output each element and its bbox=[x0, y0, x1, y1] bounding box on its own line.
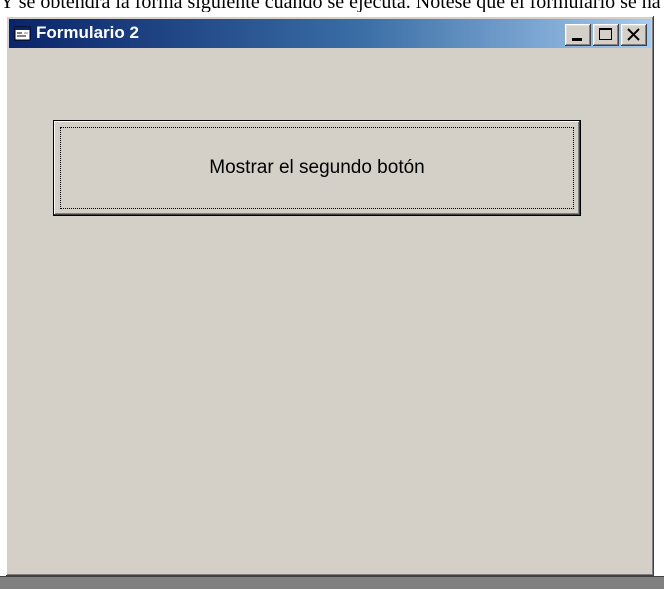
form-window: Formulario 2 Mostrar el segundo botón bbox=[6, 16, 654, 576]
taskbar-edge bbox=[0, 576, 664, 589]
background-document-text: Y se obtendrá la forma siguiente cuando … bbox=[0, 0, 661, 12]
form-icon[interactable] bbox=[14, 26, 32, 42]
show-second-button[interactable]: Mostrar el segundo botón bbox=[53, 120, 581, 216]
close-icon bbox=[627, 28, 640, 41]
minimize-button[interactable] bbox=[565, 24, 591, 46]
form-client-area: Mostrar el segundo botón bbox=[9, 50, 651, 573]
close-button[interactable] bbox=[621, 24, 647, 46]
maximize-button[interactable] bbox=[593, 24, 619, 46]
title-bar[interactable]: Formulario 2 bbox=[9, 19, 651, 48]
maximize-icon bbox=[599, 28, 612, 40]
minimize-icon bbox=[572, 38, 582, 41]
window-title: Formulario 2 bbox=[36, 23, 139, 42]
show-second-button-label: Mostrar el segundo botón bbox=[209, 157, 425, 178]
